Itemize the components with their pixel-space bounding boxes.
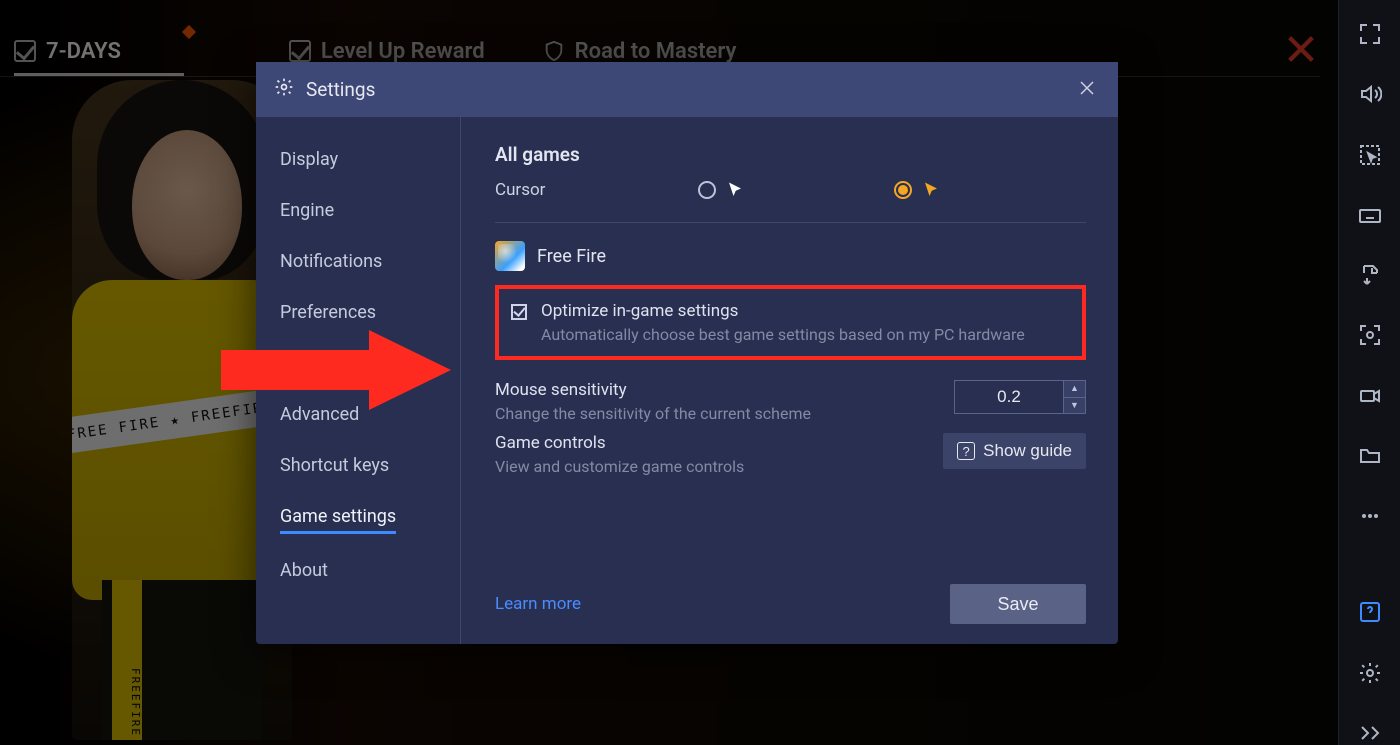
learn-more-link[interactable]: Learn more <box>495 594 581 614</box>
settings-sidebar: Display Engine Notifications Preferences… <box>256 117 461 644</box>
sidebar-item-about[interactable]: About <box>280 560 328 585</box>
keyboard-icon[interactable] <box>1356 203 1384 227</box>
controls-title: Game controls <box>495 433 744 453</box>
mouse-step-up[interactable]: ▲ <box>1063 381 1085 398</box>
divider <box>495 222 1086 223</box>
modal-title: Settings <box>306 78 1062 101</box>
cursor-setting-row: Cursor <box>495 180 1086 200</box>
volume-icon[interactable] <box>1356 82 1384 106</box>
cursor-option-yellow[interactable] <box>894 181 940 199</box>
sidebar-item-engine[interactable]: Engine <box>280 200 334 225</box>
all-games-heading: All games <box>495 143 1086 166</box>
mouse-step-down[interactable]: ▼ <box>1063 398 1085 414</box>
sidebar-item-user-data[interactable]: User data <box>280 353 357 378</box>
sidebar-item-advanced[interactable]: Advanced <box>280 404 359 429</box>
cursor-white-icon <box>726 181 744 199</box>
mouse-desc: Change the sensitivity of the current sc… <box>495 404 811 423</box>
help-square-icon: ? <box>957 442 975 460</box>
sidebar-item-notifications[interactable]: Notifications <box>280 251 382 276</box>
optimize-checkbox[interactable] <box>511 304 527 320</box>
sidebar-item-shortcut-keys[interactable]: Shortcut keys <box>280 455 389 480</box>
more-icon[interactable] <box>1356 504 1384 528</box>
sidebar-item-display[interactable]: Display <box>280 149 338 174</box>
cursor-label: Cursor <box>495 180 545 200</box>
show-guide-button[interactable]: ? Show guide <box>943 433 1086 469</box>
save-button[interactable]: Save <box>950 584 1086 624</box>
optimize-title: Optimize in-game settings <box>541 301 1025 321</box>
mouse-title: Mouse sensitivity <box>495 380 811 400</box>
close-modal-button[interactable] <box>1074 74 1100 106</box>
cursor-option-white[interactable] <box>698 181 744 199</box>
mouse-sensitivity-row: Mouse sensitivity Change the sensitivity… <box>495 380 1086 423</box>
sidebar-item-game-settings[interactable]: Game settings <box>280 506 396 534</box>
fullscreen-icon[interactable] <box>1356 22 1384 46</box>
install-apk-icon[interactable] <box>1356 263 1384 287</box>
mouse-sensitivity-input[interactable] <box>955 381 1063 413</box>
game-icon-freefire <box>495 241 525 271</box>
game-name: Free Fire <box>537 246 606 267</box>
right-toolbar <box>1338 0 1400 745</box>
show-guide-label: Show guide <box>983 441 1072 461</box>
record-icon[interactable] <box>1356 384 1384 408</box>
cursor-yellow-icon <box>922 181 940 199</box>
mouse-sensitivity-stepper: ▲ ▼ <box>954 380 1086 414</box>
cursor-lock-icon[interactable] <box>1356 143 1384 167</box>
game-controls-row: Game controls View and customize game co… <box>495 433 1086 476</box>
annotation-highlight: Optimize in-game settings Automatically … <box>495 285 1086 360</box>
optimize-desc: Automatically choose best game settings … <box>541 325 1025 344</box>
help-icon[interactable] <box>1356 600 1384 624</box>
gear-icon <box>274 77 294 102</box>
settings-gear-icon[interactable] <box>1356 661 1384 685</box>
sidebar-item-preferences[interactable]: Preferences <box>280 302 376 327</box>
game-header: Free Fire <box>495 241 1086 271</box>
collapse-toolbar-icon[interactable] <box>1356 721 1384 745</box>
controls-desc: View and customize game controls <box>495 457 744 476</box>
modal-header: Settings <box>256 62 1118 117</box>
folder-icon[interactable] <box>1356 444 1384 468</box>
settings-modal: Settings Display Engine Notifications Pr… <box>256 62 1118 644</box>
screenshot-icon[interactable] <box>1356 323 1384 347</box>
settings-content: All games Cursor Free Fire <box>461 117 1118 644</box>
